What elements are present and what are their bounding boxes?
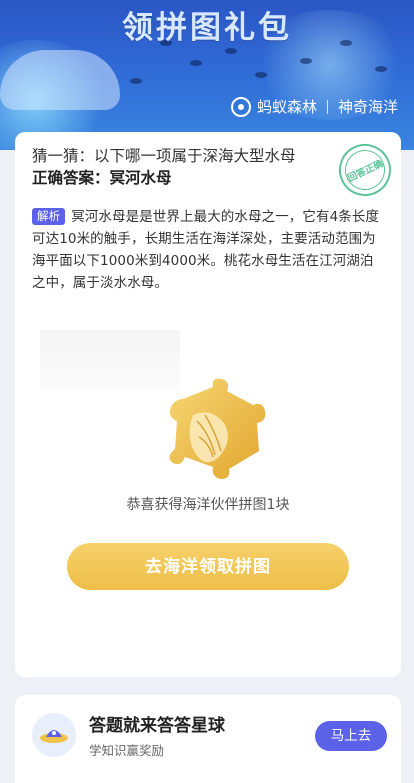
fish-decoration (225, 48, 237, 54)
quiz-planet-promo[interactable]: 答题就来答答星球 学知识赢奖励 马上去 (15, 695, 401, 783)
brand-bar: 蚂蚁森林 神奇海洋 (230, 96, 398, 117)
brand-divider (326, 99, 328, 114)
promo-title: 答题就来答答星球 (89, 716, 225, 736)
fish-decoration (255, 72, 267, 78)
quiz-question: 猜一猜：以下哪一项属于深海大型水母 (32, 147, 296, 165)
explanation-text: 冥河水母是是世界上最大的水母之一，它有4条长度可达10米的触手，长期生活在海洋深… (32, 209, 380, 291)
fish-decoration (130, 78, 142, 84)
quiz-result-card: 猜一猜：以下哪一项属于深海大型水母 正确答案：冥河水母 回答正确 解析 冥河水母是… (15, 132, 401, 677)
fish-decoration (300, 58, 312, 64)
fish-decoration (190, 60, 202, 66)
correct-stamp: 回答正确 (330, 135, 400, 205)
brand-magic-ocean: 神奇海洋 (337, 98, 398, 116)
banner-title: 领拼图礼包 (122, 10, 292, 46)
jellyfish-decoration (0, 50, 120, 110)
stamp-text: 回答正确 (346, 158, 386, 185)
fish-decoration (375, 66, 387, 72)
explanation-tag: 解析 (32, 208, 66, 225)
ant-forest-icon (230, 96, 251, 117)
explanation: 解析 冥河水母是是世界上最大的水母之一，它有4条长度可达10米的触手，长期生活在海… (32, 206, 386, 294)
planet-icon (32, 713, 76, 757)
correct-answer: 正确答案：冥河水母 (32, 169, 172, 187)
promo-subtitle: 学知识赢奖励 (89, 743, 165, 758)
go-now-button[interactable]: 马上去 (315, 721, 387, 751)
brand-ant-forest: 蚂蚁森林 (256, 98, 317, 116)
header-banner: 领拼图礼包 蚂蚁森林 神奇海洋 (0, 0, 414, 150)
ufo-icon (40, 730, 68, 743)
claim-puzzle-button[interactable]: 去海洋领取拼图 (67, 543, 349, 590)
puzzle-piece-icon (169, 378, 266, 479)
reward-message: 恭喜获得海洋伙伴拼图1块 (126, 497, 290, 513)
